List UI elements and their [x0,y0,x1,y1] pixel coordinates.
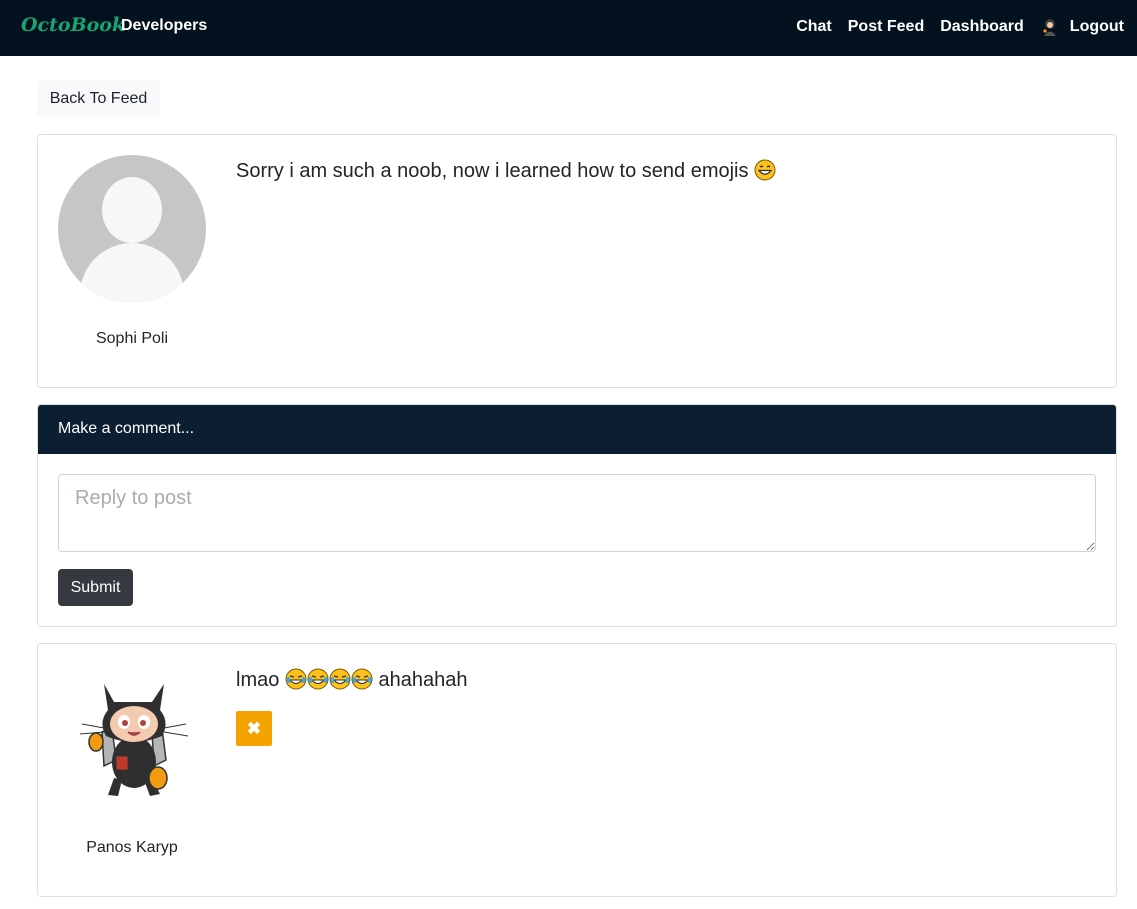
nav-logout-link[interactable]: Logout [1070,18,1124,36]
comment-card: Panos Karyp lmao ahahahah ✖ [37,643,1117,897]
nav-dashboard-link[interactable]: Dashboard [940,18,1024,36]
tears-of-joy-icon [329,668,351,690]
grinning-face-icon [754,159,776,181]
brand-logo[interactable]: OctoBook [21,14,125,36]
tears-of-joy-icon [285,668,307,690]
nav-right-group: Chat Post Feed Dashboard Logout [796,17,1124,37]
comment-form-header: Make a comment... [38,405,1116,454]
comment-text-before: lmao [236,669,280,691]
comment-text: lmao ahahahah [236,668,467,692]
default-avatar-icon [58,155,206,303]
tears-of-joy-icon [351,668,373,690]
user-avatar-icon[interactable] [1040,17,1060,37]
back-to-feed-button[interactable]: Back To Feed [37,80,160,117]
tears-of-joy-icon [307,668,329,690]
comment-text-after: ahahahah [378,669,468,691]
submit-button[interactable]: Submit [58,569,133,606]
delete-comment-button[interactable]: ✖ [236,711,272,746]
reply-textarea[interactable] [58,474,1096,552]
times-icon: ✖ [246,719,262,738]
nav-chat-link[interactable]: Chat [796,18,832,36]
post-text-content: Sorry i am such a noob, now i learned ho… [236,160,749,182]
navbar: OctoBook Developers Chat Post Feed Dashb… [0,0,1137,56]
nav-developers-link[interactable]: Developers [121,17,207,35]
comment-author: Panos Karyp [86,839,178,856]
comment-form-card: Make a comment... Submit [37,404,1117,627]
post-card: Sophi Poli Sorry i am such a noob, now i… [37,134,1117,388]
nav-post-feed-link[interactable]: Post Feed [848,18,924,36]
octocat-avatar-icon [79,684,189,796]
post-author: Sophi Poli [95,330,169,347]
post-text: Sorry i am such a noob, now i learned ho… [236,159,776,183]
